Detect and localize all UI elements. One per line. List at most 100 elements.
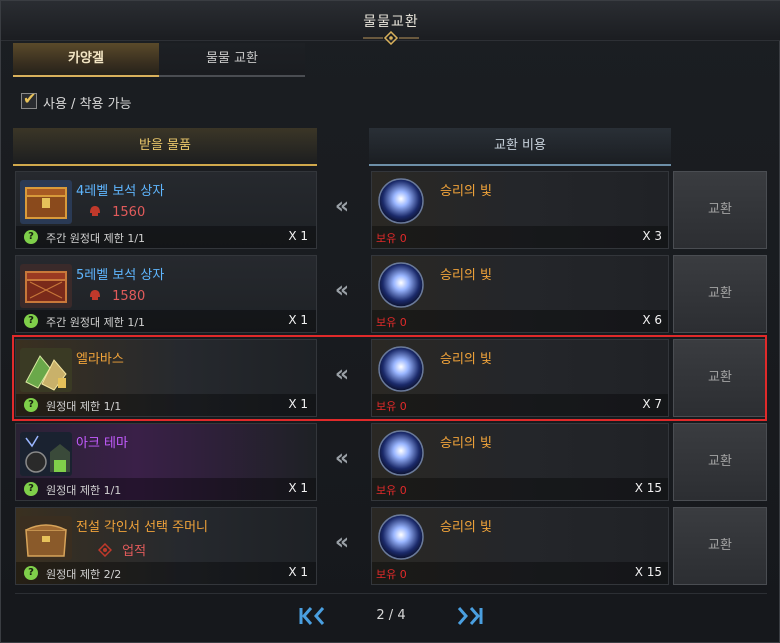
tab-barter[interactable]: 물물 교환 [159,43,305,77]
cost-item-footer: 보유 0 X 7 [372,394,668,416]
barter-window: 물물교환 카양겔 물물 교환 ✔ 사용 / 착용 가능 받을 물품 교환 비용 [0,0,780,643]
helmet-icon [90,290,100,300]
double-chevron-left-icon: « [334,362,350,387]
reward-quantity: X 1 [288,229,308,243]
helmet-icon [90,206,100,216]
title-bar[interactable]: 물물교환 [1,1,780,45]
cost-quantity: X 3 [642,229,662,243]
cost-item-card[interactable]: 승리의 빛 보유 0 X 3 [371,171,669,249]
exchange-row: 전설 각인서 선택 주머니 업적 ? 원정대 제한 2/2 X 1 « 승리의 … [1,507,780,585]
receive-column-header: 받을 물품 [13,128,317,166]
exchange-limit-text: 원정대 제한 1/1 [46,400,122,413]
exchange-limit-text: 원정대 제한 2/2 [46,568,122,581]
reward-quantity: X 1 [288,313,308,327]
reward-item-level-value: 1560 [112,205,146,220]
reward-item-card[interactable]: 엘라바스 ? 원정대 제한 1/1 X 1 [15,339,317,417]
cost-quantity: X 15 [634,481,662,495]
exchange-limit-text: 원정대 제한 1/1 [46,484,122,497]
reward-item-footer: ? 원정대 제한 1/1 X 1 [16,394,316,416]
tab-bar: 카양겔 물물 교환 [13,43,307,77]
exchange-row: 4레벨 보석 상자 1560 ? 주간 원정대 제한 1/1 X 1 « 승리의… [1,171,780,249]
double-chevron-left-icon: « [334,530,350,555]
reward-item-name: 5레벨 보석 상자 [76,268,165,283]
reward-quantity: X 1 [288,481,308,495]
title-ornament-icon [363,31,419,45]
treasure-chest-icon [20,264,72,308]
cost-item-name: 승리의 빛 [440,520,492,535]
cost-quantity: X 6 [642,313,662,327]
exchange-row: 엘라바스 ? 원정대 제한 1/1 X 1 « 승리의 빛 보유 0 X 7 교… [1,335,780,421]
reward-item-requirement-text: 업적 [122,544,147,559]
exchange-row: 아크 테마 ? 원정대 제한 1/1 X 1 « 승리의 빛 보유 0 X 15 [1,423,780,501]
exchange-button[interactable]: 교환 [673,339,767,417]
reward-quantity: X 1 [288,565,308,579]
double-chevron-right-icon[interactable] [449,605,485,627]
usable-filter-label: 사용 / 착용 가능 [43,97,132,112]
cost-item-footer: 보유 0 X 15 [372,562,668,584]
cost-item-card[interactable]: 승리의 빛 보유 0 X 7 [371,339,669,417]
exchange-button[interactable]: 교환 [673,423,767,501]
reward-item-footer: ? 주간 원정대 제한 1/1 X 1 [16,310,316,332]
double-chevron-left-icon: « [334,278,350,303]
tab-kayangel[interactable]: 카양겔 [13,43,159,77]
reward-item-footer: ? 원정대 제한 1/1 X 1 [16,478,316,500]
owned-count: 보유 0 [376,232,407,245]
exchange-button[interactable]: 교환 [673,171,767,249]
pagination: 2 / 4 [1,601,780,631]
owned-count: 보유 0 [376,400,407,413]
help-icon[interactable]: ? [24,230,38,244]
reward-item-card[interactable]: 5레벨 보석 상자 1580 ? 주간 원정대 제한 1/1 X 1 [15,255,317,333]
cost-item-card[interactable]: 승리의 빛 보유 0 X 15 [371,507,669,585]
exchange-row: 5레벨 보석 상자 1580 ? 주간 원정대 제한 1/1 X 1 « 승리의… [1,255,780,333]
reward-item-name: 아크 테마 [76,436,128,451]
reward-quantity: X 1 [288,397,308,411]
cost-item-name: 승리의 빛 [440,436,492,451]
reward-item-footer: ? 주간 원정대 제한 1/1 X 1 [16,226,316,248]
light-of-victory-orb-icon [378,346,424,392]
cost-quantity: X 15 [634,565,662,579]
treasure-chest-icon [20,180,72,224]
cost-item-name: 승리의 빛 [440,352,492,367]
theme-scene-icon [20,432,72,476]
reward-item-name: 4레벨 보석 상자 [76,184,165,199]
help-icon[interactable]: ? [24,314,38,328]
exchange-limit-text: 주간 원정대 제한 1/1 [46,232,146,245]
reward-item-card[interactable]: 4레벨 보석 상자 1560 ? 주간 원정대 제한 1/1 X 1 [15,171,317,249]
usable-checkbox[interactable]: ✔ [21,89,37,109]
reward-item-card[interactable]: 아크 테마 ? 원정대 제한 1/1 X 1 [15,423,317,501]
exchange-button[interactable]: 교환 [673,255,767,333]
exchange-limit-text: 주간 원정대 제한 1/1 [46,316,146,329]
help-icon[interactable]: ? [24,398,38,412]
help-icon[interactable]: ? [24,566,38,580]
owned-count: 보유 0 [376,568,407,581]
owned-count: 보유 0 [376,484,407,497]
checkmark-icon: ✔ [23,89,37,108]
help-icon[interactable]: ? [24,482,38,496]
cost-item-card[interactable]: 승리의 빛 보유 0 X 6 [371,255,669,333]
light-of-victory-orb-icon [378,430,424,476]
reward-item-level-value: 1580 [112,289,146,304]
reward-item-name: 엘라바스 [76,352,124,367]
window-title: 물물교환 [363,14,419,30]
double-chevron-left-icon: « [334,446,350,471]
cost-item-footer: 보유 0 X 6 [372,310,668,332]
reward-item-level: 1580 [88,288,145,304]
exchange-button[interactable]: 교환 [673,507,767,585]
cost-item-name: 승리의 빛 [440,184,492,199]
reward-item-footer: ? 원정대 제한 2/2 X 1 [16,562,316,584]
double-chevron-left-icon: « [334,194,350,219]
divider [15,593,767,594]
reward-item-level: 1560 [88,204,145,220]
reward-item-card[interactable]: 전설 각인서 선택 주머니 업적 ? 원정대 제한 2/2 X 1 [15,507,317,585]
page-indicator: 2 / 4 [376,608,406,623]
cost-item-name: 승리의 빛 [440,268,492,283]
cost-item-footer: 보유 0 X 3 [372,226,668,248]
cost-column-header: 교환 비용 [369,128,671,166]
leather-pouch-icon [20,516,72,560]
reward-item-name: 전설 각인서 선택 주머니 [76,520,208,535]
reward-item-requirement: 업적 [98,540,146,559]
cost-item-footer: 보유 0 X 15 [372,478,668,500]
cost-item-card[interactable]: 승리의 빛 보유 0 X 15 [371,423,669,501]
double-chevron-left-icon[interactable] [297,605,333,627]
achievement-icon [98,543,112,557]
